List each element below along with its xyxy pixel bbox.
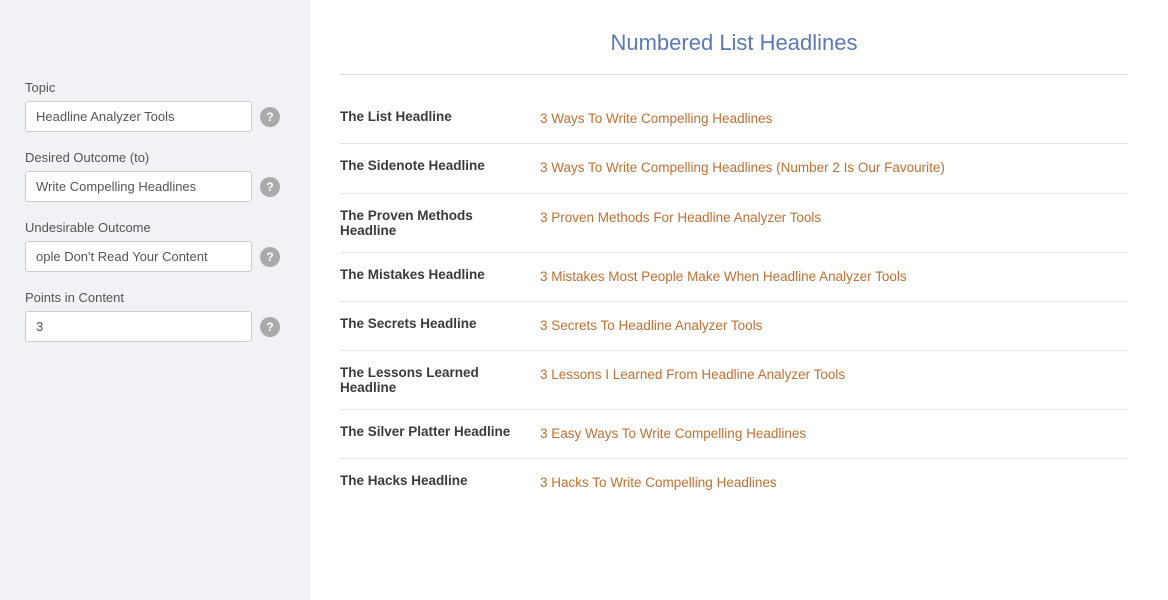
headline-type-name: The Hacks Headline [340, 459, 540, 508]
desired-outcome-help-icon[interactable]: ? [260, 177, 280, 197]
topic-row: ? [25, 101, 280, 132]
headline-link[interactable]: 3 Lessons I Learned From Headline Analyz… [540, 367, 845, 382]
undesirable-outcome-row: ? [25, 241, 280, 272]
table-row: The Lessons Learned Headline3 Lessons I … [340, 351, 1128, 410]
headline-type-name: The Proven Methods Headline [340, 193, 540, 252]
headline-value[interactable]: 3 Ways To Write Compelling Headlines (Nu… [540, 144, 1128, 193]
headline-type-name: The List Headline [340, 95, 540, 144]
desired-outcome-field-group: Desired Outcome (to) ? [25, 150, 280, 202]
headline-value[interactable]: 3 Easy Ways To Write Compelling Headline… [540, 410, 1128, 459]
desired-outcome-label: Desired Outcome (to) [25, 150, 280, 165]
page-container: Topic ? Desired Outcome (to) ? Undesirab… [0, 0, 1168, 600]
desired-outcome-row: ? [25, 171, 280, 202]
points-field-group: Points in Content ? [25, 290, 280, 342]
points-row: ? [25, 311, 280, 342]
headline-type-name: The Secrets Headline [340, 301, 540, 350]
headline-value[interactable]: 3 Ways To Write Compelling Headlines [540, 95, 1128, 144]
topic-label: Topic [25, 80, 280, 95]
undesirable-outcome-label: Undesirable Outcome [25, 220, 280, 235]
undesirable-outcome-help-icon[interactable]: ? [260, 247, 280, 267]
main-content: Numbered List Headlines The List Headlin… [310, 0, 1168, 600]
headline-link[interactable]: 3 Mistakes Most People Make When Headlin… [540, 269, 907, 284]
headline-value[interactable]: 3 Hacks To Write Compelling Headlines [540, 459, 1128, 508]
headline-type-name: The Mistakes Headline [340, 252, 540, 301]
page-title: Numbered List Headlines [340, 30, 1128, 56]
undesirable-outcome-field-group: Undesirable Outcome ? [25, 220, 280, 272]
headline-link[interactable]: 3 Ways To Write Compelling Headlines [540, 111, 772, 126]
headline-value[interactable]: 3 Proven Methods For Headline Analyzer T… [540, 193, 1128, 252]
table-row: The Sidenote Headline3 Ways To Write Com… [340, 144, 1128, 193]
headline-link[interactable]: 3 Hacks To Write Compelling Headlines [540, 475, 777, 490]
headline-value[interactable]: 3 Mistakes Most People Make When Headlin… [540, 252, 1128, 301]
topic-field-group: Topic ? [25, 80, 280, 132]
desired-outcome-input[interactable] [25, 171, 252, 202]
topic-input[interactable] [25, 101, 252, 132]
points-input[interactable] [25, 311, 252, 342]
topic-help-icon[interactable]: ? [260, 107, 280, 127]
sidebar: Topic ? Desired Outcome (to) ? Undesirab… [0, 0, 310, 600]
table-row: The List Headline3 Ways To Write Compell… [340, 95, 1128, 144]
table-row: The Mistakes Headline3 Mistakes Most Peo… [340, 252, 1128, 301]
headline-type-name: The Sidenote Headline [340, 144, 540, 193]
points-help-icon[interactable]: ? [260, 317, 280, 337]
undesirable-outcome-input[interactable] [25, 241, 252, 272]
table-row: The Hacks Headline3 Hacks To Write Compe… [340, 459, 1128, 508]
table-row: The Silver Platter Headline3 Easy Ways T… [340, 410, 1128, 459]
points-label: Points in Content [25, 290, 280, 305]
table-row: The Proven Methods Headline3 Proven Meth… [340, 193, 1128, 252]
headline-link[interactable]: 3 Proven Methods For Headline Analyzer T… [540, 210, 821, 225]
headline-type-name: The Silver Platter Headline [340, 410, 540, 459]
headline-value[interactable]: 3 Secrets To Headline Analyzer Tools [540, 301, 1128, 350]
headline-link[interactable]: 3 Ways To Write Compelling Headlines (Nu… [540, 160, 945, 175]
title-divider [340, 74, 1128, 75]
headline-link[interactable]: 3 Secrets To Headline Analyzer Tools [540, 318, 762, 333]
table-row: The Secrets Headline3 Secrets To Headlin… [340, 301, 1128, 350]
headline-value[interactable]: 3 Lessons I Learned From Headline Analyz… [540, 351, 1128, 410]
headline-link[interactable]: 3 Easy Ways To Write Compelling Headline… [540, 426, 806, 441]
headlines-table: The List Headline3 Ways To Write Compell… [340, 95, 1128, 508]
headline-type-name: The Lessons Learned Headline [340, 351, 540, 410]
